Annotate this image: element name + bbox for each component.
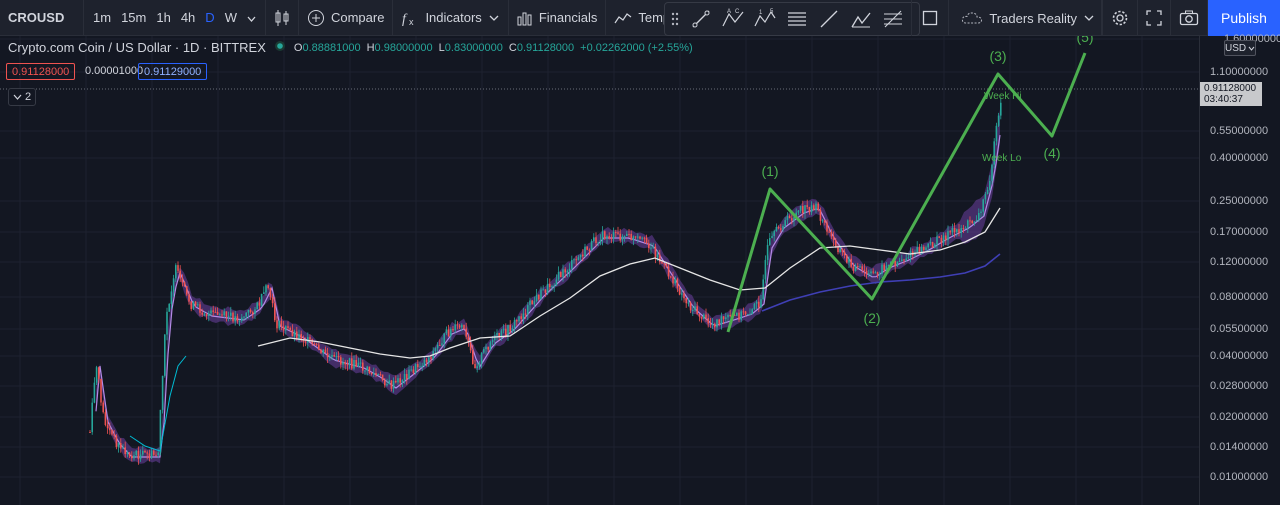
sell-price-button[interactable]: 0.91128000 <box>6 63 76 80</box>
publish-button[interactable]: Publish <box>1208 0 1280 36</box>
candles-icon <box>274 9 290 27</box>
svg-text:x: x <box>409 17 414 27</box>
toolbar-right: Traders Reality Publish <box>911 0 1280 36</box>
price-tick-label: 0.55000000 <box>1210 125 1269 137</box>
price-tick-label: 0.01000000 <box>1210 471 1269 483</box>
cloud-icon <box>961 11 983 25</box>
svg-text:1: 1 <box>759 10 763 16</box>
market-open-dot-icon <box>274 40 286 55</box>
price-tick-label: 0.25000000 <box>1210 195 1269 207</box>
wave-label-4: (4) <box>1043 145 1060 161</box>
last-price-value: 0.91128000 <box>1204 83 1257 94</box>
indicator-count: 2 <box>24 91 32 103</box>
svg-text:C: C <box>735 9 740 15</box>
camera-icon <box>1179 10 1199 26</box>
financials-label: Financials <box>538 10 598 25</box>
close-value: 0.91128000 <box>516 41 575 54</box>
price-tick-label: 0.04000000 <box>1210 350 1269 362</box>
chevron-down-icon <box>488 14 500 22</box>
price-tick-label: 0.08000000 <box>1210 291 1269 303</box>
symbol-label: CROUSD <box>8 10 65 25</box>
settings-button[interactable] <box>1102 0 1138 36</box>
interval-1m[interactable]: 1m <box>88 10 116 25</box>
fullscreen-button[interactable] <box>1138 0 1171 36</box>
path-tool-icon[interactable] <box>845 3 877 35</box>
compare-button[interactable]: Compare <box>299 0 394 36</box>
price-tick-label: 0.02800000 <box>1210 380 1269 392</box>
ray-tool-icon[interactable] <box>813 3 845 35</box>
layout-label: Traders Reality <box>989 10 1077 26</box>
drag-handle-icon[interactable] <box>665 3 685 35</box>
square-icon <box>922 10 938 26</box>
ma-teal-line <box>129 355 187 452</box>
chevron-down-icon <box>1083 14 1095 22</box>
chart-type-button[interactable] <box>266 0 299 36</box>
buy-price-button[interactable]: 0.91129000 <box>138 63 208 80</box>
templates-icon <box>614 11 632 25</box>
price-tick-label: 0.17000000 <box>1210 226 1269 238</box>
indicators-collapse-button[interactable]: 2 <box>8 88 36 106</box>
horizontal-lines-tool-icon[interactable] <box>781 3 813 35</box>
currency-selector[interactable]: USD <box>1224 40 1256 56</box>
last-price-label: 0.91128000 03:40:37 <box>1200 82 1262 106</box>
price-tick-label: 1.10000000 <box>1210 66 1269 78</box>
interval-4h[interactable]: 4h <box>176 10 200 25</box>
elliott-wave-tool-icon[interactable]: 15 <box>749 3 781 35</box>
gear-icon <box>1111 9 1129 27</box>
low-value: 0.83000000 <box>444 41 503 54</box>
price-tick-label: 0.40000000 <box>1210 152 1269 164</box>
trend-line-tool-icon[interactable] <box>685 3 717 35</box>
svg-text:A: A <box>727 9 731 15</box>
symbol-title[interactable]: Crypto.com Coin / US Dollar · 1D · BITTR… <box>8 40 266 55</box>
wave-label-1: (1) <box>761 163 778 179</box>
week-lo-label: Week Lo <box>982 153 1022 164</box>
fib-retracement-tool-icon[interactable] <box>877 3 909 35</box>
wave-label-3: (3) <box>989 48 1006 64</box>
ohlc-values: O0.88881000 H0.98000000 L0.83000000 C0.9… <box>293 41 693 54</box>
svg-text:f: f <box>402 12 408 27</box>
price-tick-label: 0.12000000 <box>1210 256 1269 268</box>
open-value: 0.88881000 <box>302 41 361 54</box>
interval-w[interactable]: W <box>220 10 242 25</box>
candlestick-series <box>89 97 1002 465</box>
fullscreen-square-button[interactable] <box>911 0 950 36</box>
interval-d[interactable]: D <box>200 10 219 25</box>
countdown-timer: 03:40:37 <box>1204 94 1243 105</box>
interval-dropdown-icon[interactable] <box>242 10 261 25</box>
interval-selector: 1m 15m 1h 4h D W <box>84 0 266 36</box>
wave-label-2: (2) <box>863 310 880 326</box>
price-tick-label: 0.01400000 <box>1210 441 1269 453</box>
wave-label-5: (5) <box>1076 36 1093 45</box>
chevron-down-icon <box>13 91 22 103</box>
price-axis[interactable]: 1.10000000 0.55000000 0.40000000 0.25000000… <box>1199 33 1280 505</box>
interval-15m[interactable]: 15m <box>116 10 151 25</box>
fx-icon: fx <box>401 9 419 27</box>
abcd-pattern-tool-icon[interactable]: AC <box>717 3 749 35</box>
svg-text:5: 5 <box>770 9 774 15</box>
high-value: 0.98000000 <box>374 41 433 54</box>
compare-label: Compare <box>330 10 385 25</box>
plus-circle-icon <box>307 9 325 27</box>
chart-legend: Crypto.com Coin / US Dollar · 1D · BITTR… <box>8 40 693 55</box>
change-value: +0.02262000 (+2.55%) <box>580 41 693 54</box>
expand-icon <box>1146 10 1162 26</box>
price-tick-label: 0.05500000 <box>1210 323 1269 335</box>
price-tick-label: 0.02000000 <box>1210 411 1269 423</box>
layout-button[interactable]: Traders Reality <box>949 0 1102 36</box>
snapshot-button[interactable] <box>1171 0 1208 36</box>
elliott-wave-line <box>726 52 1087 333</box>
indicators-button[interactable]: fx Indicators <box>393 0 509 36</box>
indicators-label: Indicators <box>425 10 482 25</box>
symbol-search[interactable]: CROUSD <box>0 0 84 36</box>
week-hi-label: Week Hi <box>984 91 1022 102</box>
bar-chart-icon <box>517 10 533 26</box>
interval-1h[interactable]: 1h <box>151 10 175 25</box>
price-chart[interactable]: (1) (2) (3) (4) (5) Week Hi Week Lo <box>0 36 1199 505</box>
financials-button[interactable]: Financials <box>509 0 607 36</box>
drawing-toolbar: AC 15 <box>664 2 920 36</box>
